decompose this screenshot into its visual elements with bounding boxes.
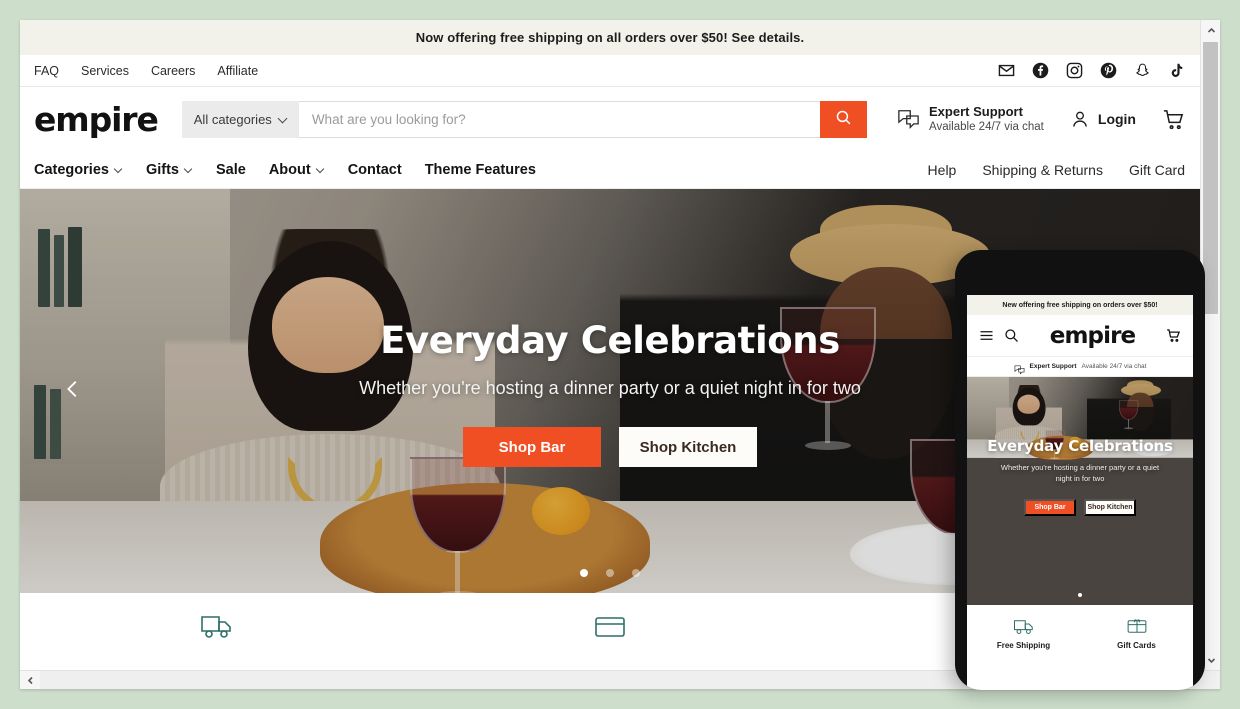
utility-links: FAQ Services Careers Affiliate — [34, 64, 258, 78]
support-subtitle: Available 24/7 via chat — [929, 120, 1044, 133]
social-links — [998, 62, 1185, 79]
main-nav: Categories Gifts Sale About Contact Them… — [20, 151, 1200, 189]
pinterest-icon[interactable] — [1100, 62, 1117, 79]
nav-item-about[interactable]: About — [269, 162, 325, 178]
announcement-bar[interactable]: Now offering free shipping on all orders… — [20, 20, 1200, 55]
support-title: Expert Support — [929, 103, 1023, 119]
mobile-value-props: Free Shipping Gift Cards — [967, 605, 1193, 665]
search-input[interactable] — [298, 100, 820, 138]
search-bar: All categories — [181, 100, 867, 138]
nav-item-shipping-returns[interactable]: Shipping & Returns — [982, 162, 1103, 178]
carousel-dot-3[interactable] — [632, 569, 640, 577]
chevron-down-icon — [279, 115, 287, 123]
hero-title: Everyday Celebrations — [380, 319, 840, 362]
mobile-announcement-bar[interactable]: New offering free shipping on orders ove… — [967, 295, 1193, 315]
nav-item-gift-card[interactable]: Gift Card — [1129, 162, 1185, 178]
mobile-hero-subtitle: Whether you're hosting a dinner party or… — [1000, 463, 1160, 484]
screen: Now offering free shipping on all orders… — [0, 0, 1240, 709]
mobile-hero-title: Everyday Celebrations — [987, 437, 1173, 455]
nav-secondary: Help Shipping & Returns Gift Card — [928, 162, 1185, 178]
carousel-dot-2[interactable] — [606, 569, 614, 577]
mobile-hero-buttons: Shop Bar Shop Kitchen — [967, 498, 1193, 516]
instagram-icon[interactable] — [1066, 62, 1083, 79]
utility-link-faq[interactable]: FAQ — [34, 64, 59, 78]
mobile-carousel-dots — [967, 593, 1193, 597]
nav-item-gifts[interactable]: Gifts — [146, 162, 193, 178]
mobile-value-prop-free-shipping[interactable]: Free Shipping — [967, 617, 1080, 665]
value-prop-1[interactable] — [20, 611, 413, 641]
email-icon[interactable] — [998, 62, 1015, 79]
site-logo[interactable]: empire — [34, 103, 159, 136]
chat-bubbles-icon — [897, 109, 920, 130]
nav-primary: Categories Gifts Sale About Contact Them… — [34, 162, 536, 178]
nav-item-categories[interactable]: Categories — [34, 162, 123, 178]
utility-bar: FAQ Services Careers Affiliate — [20, 55, 1200, 87]
mobile-value-prop-label: Gift Cards — [1117, 641, 1156, 650]
cart-icon[interactable] — [1162, 108, 1185, 131]
mobile-shop-kitchen-button[interactable]: Shop Kitchen — [1084, 498, 1136, 516]
mobile-value-prop-label: Free Shipping — [996, 641, 1051, 650]
value-prop-2[interactable] — [413, 611, 806, 641]
nav-label: Categories — [34, 161, 109, 178]
carousel-dot-1[interactable] — [580, 569, 588, 577]
gift-card-icon — [593, 611, 627, 641]
login-button[interactable]: Login — [1070, 109, 1136, 129]
hero-subtitle: Whether you're hosting a dinner party or… — [359, 378, 861, 398]
category-select[interactable]: All categories — [181, 100, 299, 138]
chevron-left-icon — [62, 378, 84, 405]
chevron-down-icon — [317, 166, 325, 174]
shipping-truck-icon — [1013, 617, 1035, 636]
mobile-shop-bar-button[interactable]: Shop Bar — [1024, 498, 1076, 516]
tiktok-icon[interactable] — [1168, 62, 1185, 79]
mobile-value-prop-gift-cards[interactable]: Gift Cards — [1080, 617, 1193, 665]
mobile-preview-mockup: New offering free shipping on orders ove… — [955, 250, 1205, 690]
chevron-down-icon — [115, 166, 123, 174]
facebook-icon[interactable] — [1032, 62, 1049, 79]
shop-kitchen-button[interactable]: Shop Kitchen — [619, 427, 757, 467]
utility-link-affiliate[interactable]: Affiliate — [217, 64, 258, 78]
mobile-hero-content: Everyday Celebrations Whether you're hos… — [967, 437, 1193, 516]
nav-label: Theme Features — [424, 161, 536, 178]
site-header: empire All categories What are you looki… — [20, 87, 1200, 151]
chevron-down-icon — [185, 166, 193, 174]
gift-card-icon — [1126, 617, 1148, 636]
announcement-text: Now offering free shipping on all orders… — [415, 30, 805, 45]
page-content: Now offering free shipping on all orders… — [20, 20, 1200, 670]
nav-label: Gifts — [145, 161, 179, 178]
nav-label: Contact — [347, 161, 402, 178]
user-icon — [1070, 109, 1090, 129]
search-icon — [835, 109, 852, 129]
carousel-dots — [20, 569, 1200, 577]
mobile-carousel-dot-1[interactable] — [1078, 593, 1082, 597]
login-label: Login — [1097, 111, 1136, 127]
nav-item-contact[interactable]: Contact — [348, 162, 402, 178]
nav-item-theme-features[interactable]: Theme Features — [425, 162, 536, 178]
utility-link-services[interactable]: Services — [81, 64, 129, 78]
support-text: Expert Support Available 24/7 via chat — [929, 104, 1044, 135]
shipping-truck-icon — [200, 611, 234, 641]
vertical-scroll-thumb[interactable] — [1203, 42, 1218, 314]
category-select-label: All categories — [193, 111, 272, 127]
header-actions: Expert Support Available 24/7 via chat L… — [897, 104, 1185, 135]
expert-support[interactable]: Expert Support Available 24/7 via chat — [897, 104, 1044, 135]
shop-bar-button[interactable]: Shop Bar — [463, 427, 601, 467]
nav-item-sale[interactable]: Sale — [216, 162, 246, 178]
scroll-left-button[interactable] — [20, 671, 40, 689]
mobile-announcement-text: New offering free shipping on orders ove… — [1002, 301, 1158, 309]
snapchat-icon[interactable] — [1134, 62, 1151, 79]
nav-label: Sale — [215, 161, 246, 178]
utility-link-careers[interactable]: Careers — [151, 64, 195, 78]
carousel-prev-button[interactable] — [56, 374, 90, 408]
nav-item-help[interactable]: Help — [928, 162, 957, 178]
scroll-up-button[interactable] — [1201, 20, 1220, 40]
nav-label: About — [268, 161, 311, 178]
search-button[interactable] — [819, 100, 867, 138]
